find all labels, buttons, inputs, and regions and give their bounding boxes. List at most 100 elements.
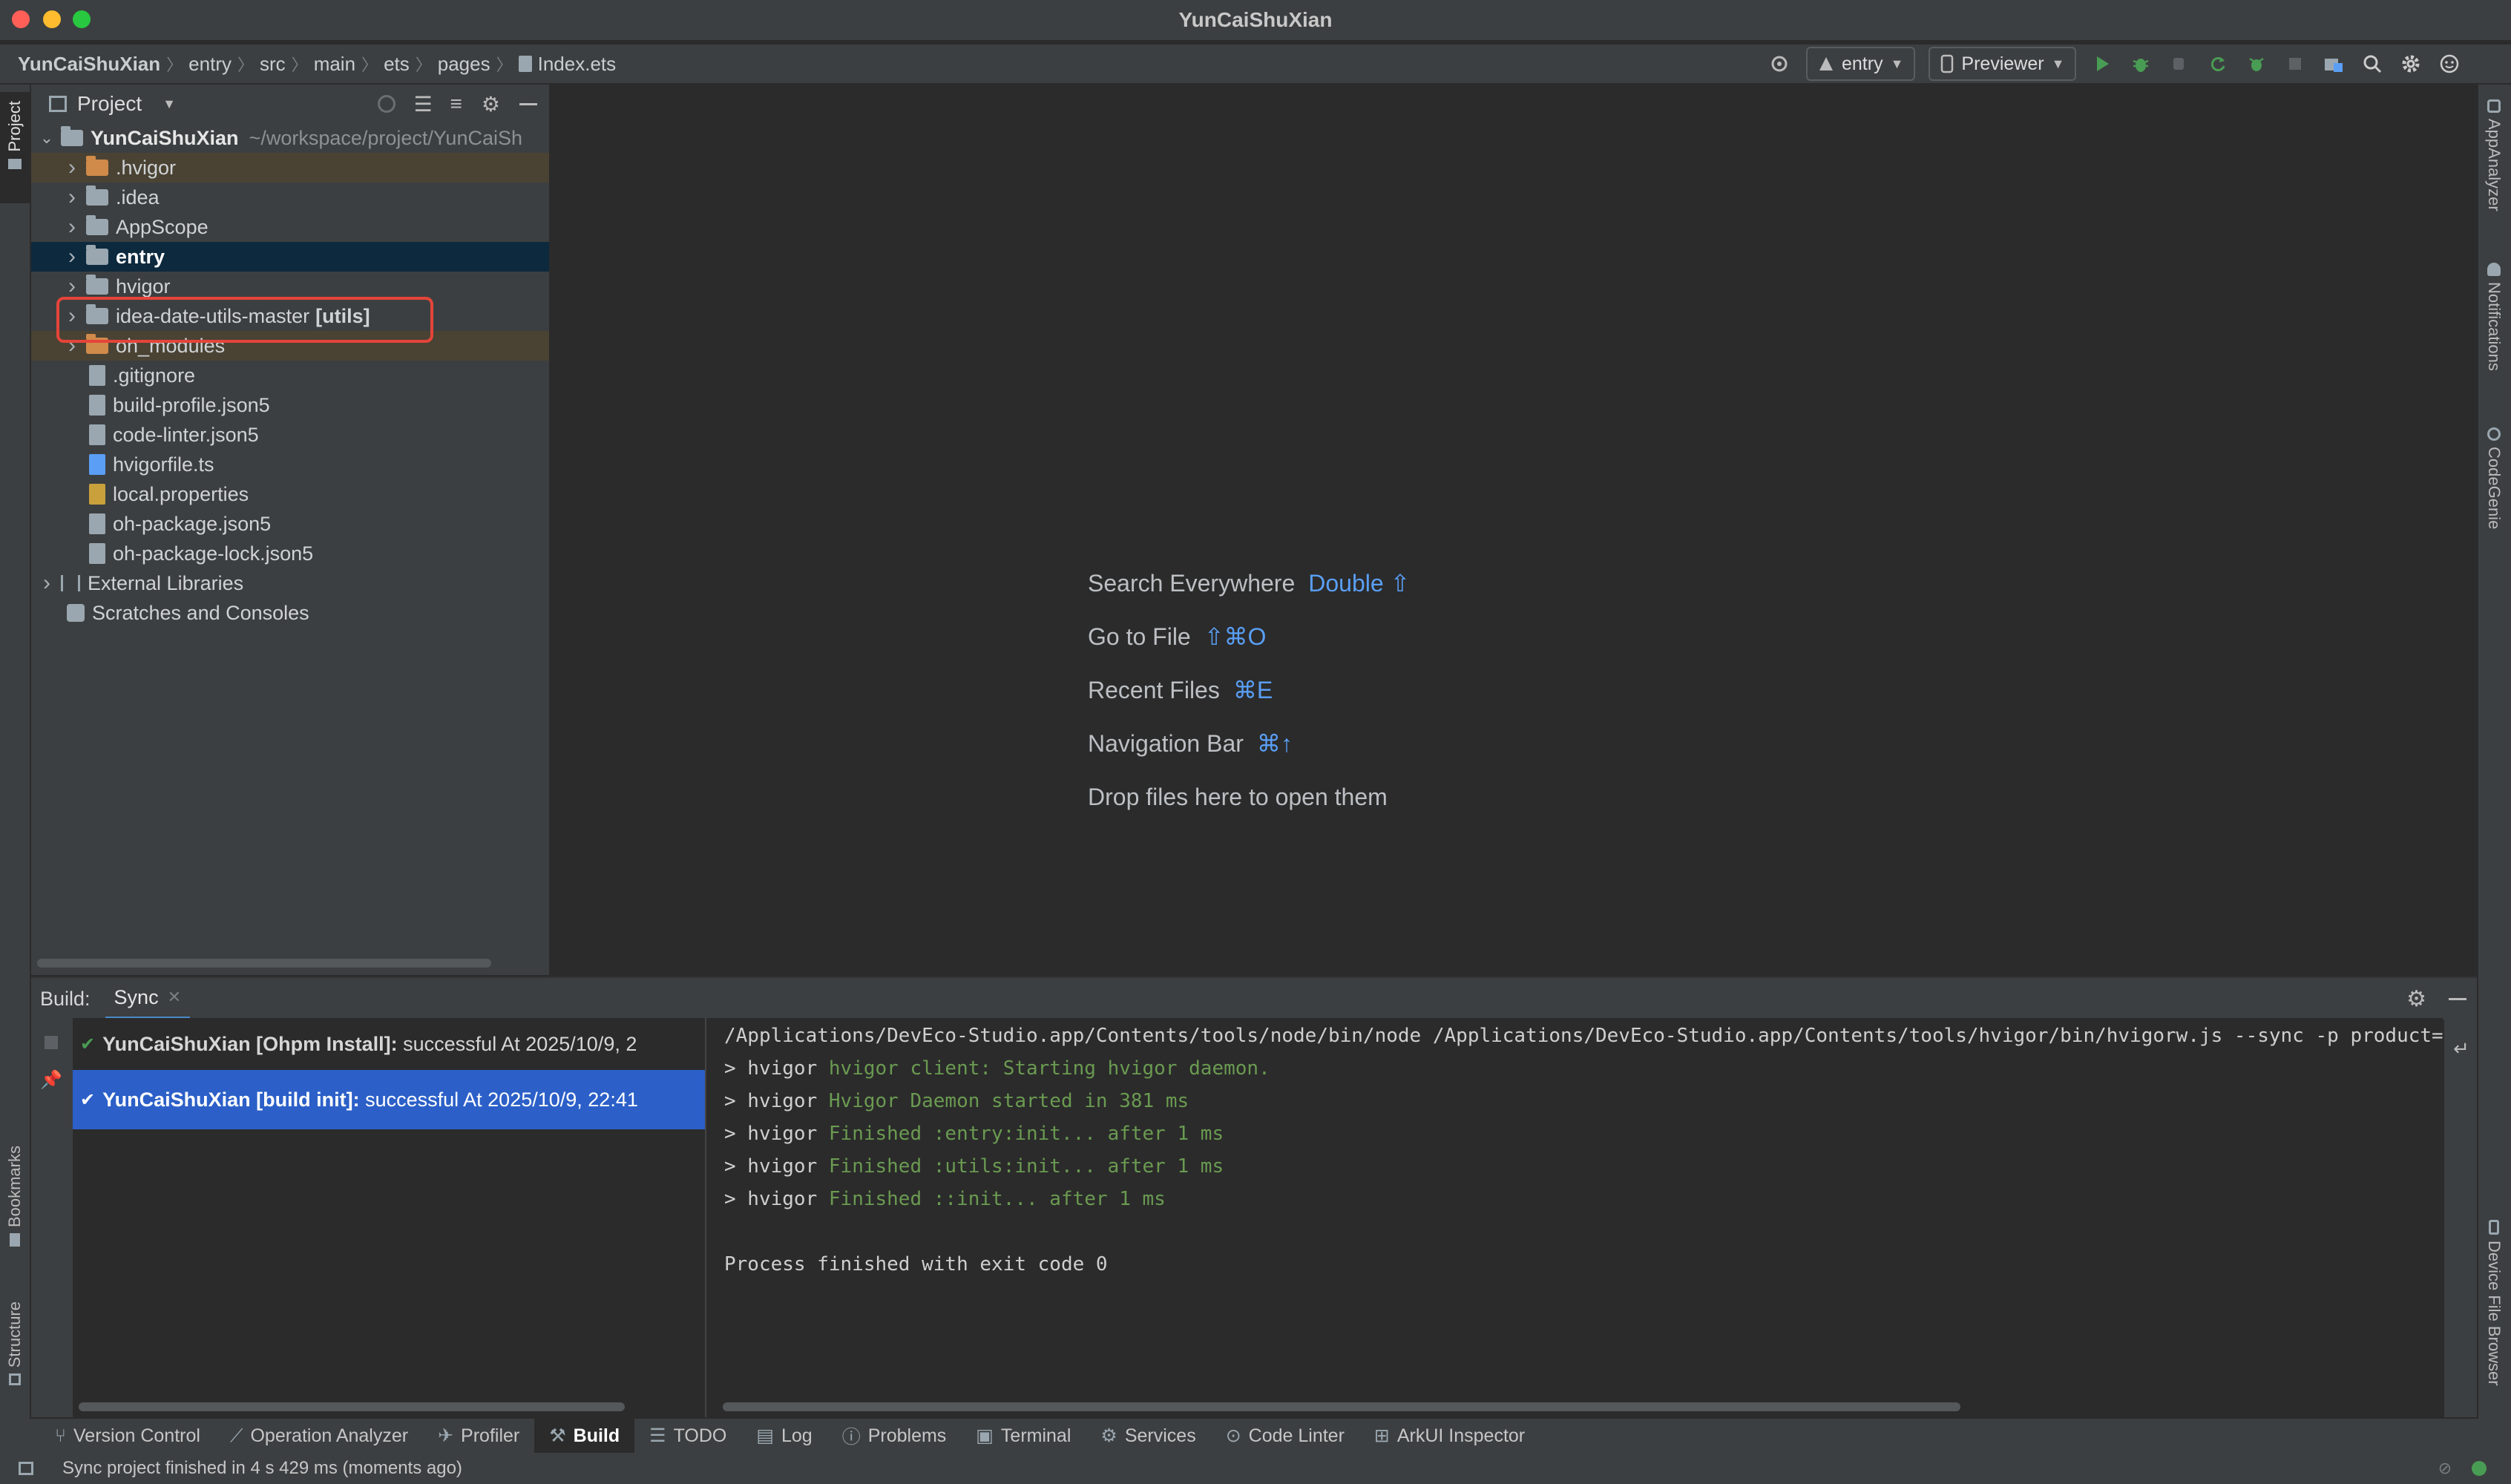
tool-tab-version-control[interactable]: ⑂ Version Control [40, 1419, 215, 1453]
bookmarks-tool-button[interactable]: Bookmarks [0, 1146, 30, 1272]
hide-panel-icon[interactable] [519, 102, 537, 105]
chevron-right-icon[interactable]: › [39, 571, 55, 596]
device-file-browser-tool-button[interactable]: Device File Browser [2484, 1220, 2504, 1386]
tree-item[interactable]: local.properties [31, 479, 549, 509]
tree-item[interactable]: › AppScope [31, 212, 549, 242]
breadcrumb-item[interactable]: src [260, 53, 286, 76]
gear-icon[interactable]: ⚙ [482, 92, 500, 116]
soft-wrap-icon[interactable]: ↵ [2450, 1037, 2472, 1060]
tree-item[interactable]: › .idea [31, 183, 549, 212]
pin-icon[interactable]: 📌 [40, 1070, 62, 1090]
gear-icon[interactable]: ⚙ [2406, 986, 2426, 1012]
tool-tab-log[interactable]: ▤ Log [741, 1419, 827, 1453]
chevron-right-icon[interactable]: › [64, 244, 80, 269]
build-label: Build: [40, 987, 91, 1010]
tree-item-scratches[interactable]: Scratches and Consoles [31, 598, 549, 628]
stop-build-icon[interactable] [42, 1033, 61, 1052]
settings-gear-icon[interactable] [2398, 51, 2423, 76]
code-genie-tool-button[interactable]: CodeGenie [2484, 427, 2504, 529]
tool-tab-build[interactable]: ⚒ Build [534, 1419, 635, 1453]
zoom-window-button[interactable] [73, 10, 91, 28]
breadcrumb-item[interactable]: YunCaiShuXian [18, 53, 160, 76]
title-bar: YunCaiShuXian [0, 0, 2511, 40]
collapse-all-icon[interactable]: ≡ [450, 92, 462, 116]
chevron-right-icon[interactable]: › [64, 214, 80, 240]
tab-sync[interactable]: Sync ✕ [105, 978, 191, 1020]
apply-code-changes-icon[interactable] [2244, 51, 2269, 76]
minimize-window-button[interactable] [43, 10, 61, 28]
tool-tab-services[interactable]: ⚙ Services [1086, 1419, 1210, 1453]
tool-tab-code-linter[interactable]: ⊙ Code Linter [1211, 1419, 1359, 1453]
module-selector-label: entry [1842, 53, 1883, 74]
external-libraries-label: External Libraries [88, 571, 244, 594]
memory-indicator-icon[interactable]: ⊘ [2435, 1459, 2455, 1478]
search-icon[interactable] [2360, 51, 2385, 76]
module-selector[interactable]: entry ▼ [1806, 47, 1916, 81]
project-panel-title[interactable]: Project [77, 92, 142, 116]
tree-item-label: .idea [116, 186, 160, 209]
tree-item[interactable]: hvigorfile.ts [31, 450, 549, 479]
config-file-icon [89, 424, 105, 445]
chevron-right-icon[interactable]: › [64, 185, 80, 210]
build-console[interactable]: /Applications/DevEco-Studio.app/Contents… [706, 1018, 2443, 1417]
build-tree-scrollbar[interactable] [79, 1402, 625, 1411]
structure-tool-label: Structure [5, 1301, 24, 1368]
expand-all-icon[interactable]: ☰ [413, 92, 432, 116]
build-tree-item[interactable]: ✔ YunCaiShuXian [build init]: successful … [73, 1070, 705, 1129]
toggle-tool-windows-icon[interactable] [16, 1459, 36, 1478]
tree-item[interactable]: › .hvigor [31, 153, 549, 183]
breadcrumb-item[interactable]: Index.ets [538, 53, 617, 76]
tree-root[interactable]: ⌄ YunCaiShuXian ~/workspace/project/YunC… [31, 123, 549, 153]
console-scrollbar[interactable] [723, 1402, 1960, 1411]
tree-item-external-libraries[interactable]: › External Libraries [31, 568, 549, 598]
tool-tab-terminal[interactable]: ▣ Terminal [961, 1419, 1086, 1453]
tree-item-label: oh-package-lock.json5 [113, 542, 314, 565]
tool-tab-problems[interactable]: ⓘ Problems [827, 1419, 962, 1453]
chevron-down-icon[interactable]: ⌄ [39, 128, 55, 148]
project-horizontal-scrollbar[interactable] [37, 959, 491, 968]
tree-item[interactable]: › entry [31, 242, 549, 272]
tool-tab-profiler[interactable]: ✈ Profiler [423, 1419, 534, 1453]
run-icon[interactable] [2090, 51, 2115, 76]
hide-panel-icon[interactable] [2449, 997, 2466, 1000]
tree-item[interactable]: oh-package-lock.json5 [31, 539, 549, 568]
notifications-tool-button[interactable]: Notifications [2484, 263, 2504, 371]
tool-tab-icon: ☰ [649, 1425, 666, 1446]
feedback-icon[interactable] [2437, 51, 2462, 76]
editor-tip-label: Navigation Bar [1088, 729, 1244, 757]
project-structure-icon[interactable] [2321, 51, 2346, 76]
chevron-down-icon[interactable]: ▼ [163, 96, 176, 112]
breadcrumb-item[interactable]: pages [438, 53, 490, 76]
breadcrumb-item[interactable]: entry [188, 53, 232, 76]
console-line: > hvigor Hvigor Daemon started in 381 ms [706, 1085, 2443, 1117]
folder-icon [86, 215, 108, 235]
tool-tab-operation-analyzer[interactable]: ⟋ Operation Analyzer [215, 1419, 423, 1453]
tree-item[interactable]: build-profile.json5 [31, 390, 549, 420]
stop-icon[interactable] [2282, 51, 2308, 76]
chevron-right-icon[interactable]: › [64, 155, 80, 180]
breadcrumb-item[interactable]: main [314, 53, 355, 76]
editor-area: Search Everywhere Double ⇧ Go to File ⇧⌘O Re… [551, 85, 2475, 975]
structure-tool-button[interactable]: Structure [0, 1301, 30, 1413]
build-tree-item[interactable]: ✔ YunCaiShuXian [Ohpm Install]: successfu… [73, 1018, 705, 1070]
locate-icon[interactable] [1766, 50, 1793, 77]
close-icon[interactable]: ✕ [168, 988, 181, 1007]
project-tool-button[interactable]: Project [0, 92, 30, 203]
attach-debugger-icon[interactable] [2167, 51, 2192, 76]
tree-item[interactable]: .gitignore [31, 361, 549, 390]
breadcrumb-item[interactable]: ets [384, 53, 410, 76]
device-selector[interactable]: Previewer ▼ [1929, 47, 2077, 81]
tool-tab-arkui-inspector[interactable]: ⊞ ArkUI Inspector [1359, 1419, 1540, 1453]
tree-item[interactable]: code-linter.json5 [31, 420, 549, 450]
tool-tab-label: Operation Analyzer [250, 1425, 409, 1446]
console-line: > hvigor hvigor client: Starting hvigor … [706, 1052, 2443, 1085]
chevron-right-icon[interactable]: › [64, 274, 80, 299]
close-window-button[interactable] [12, 10, 30, 28]
apply-changes-icon[interactable] [2205, 51, 2231, 76]
select-opened-file-icon[interactable] [378, 95, 396, 113]
app-analyzer-tool-button[interactable]: AppAnalyzer [2484, 99, 2504, 211]
tree-item[interactable]: oh-package.json5 [31, 509, 549, 539]
tool-tab-todo[interactable]: ☰ TODO [634, 1419, 741, 1453]
debug-icon[interactable] [2128, 51, 2153, 76]
console-message: Hvigor Daemon started in 381 ms [828, 1090, 1189, 1112]
